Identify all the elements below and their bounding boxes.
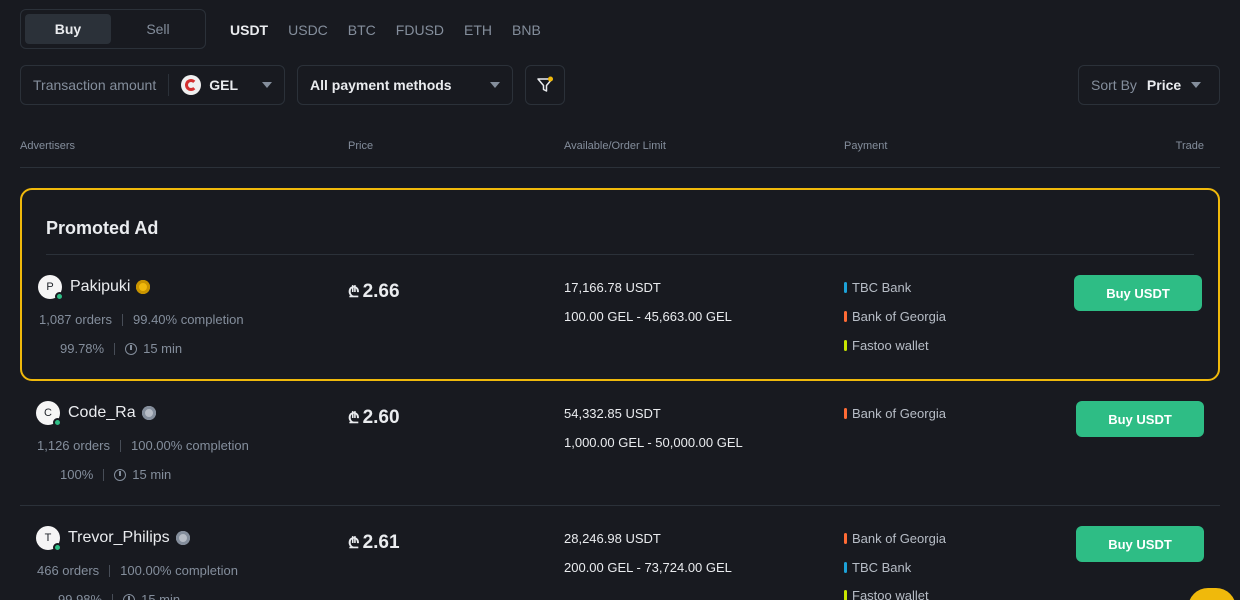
clock-icon <box>123 593 136 600</box>
filter-icon <box>537 76 553 92</box>
chat-support-button[interactable] <box>1188 588 1236 600</box>
sort-label: Sort By <box>1091 77 1137 93</box>
payment-method-select[interactable]: All payment methods <box>297 65 513 105</box>
buy-tab[interactable]: Buy <box>25 14 111 44</box>
chevron-down-icon <box>1191 82 1201 88</box>
order-limit: 200.00 GEL - 73,724.00 GEL <box>564 560 732 575</box>
sort-value: Price <box>1146 77 1182 93</box>
header-advertisers: Advertisers <box>20 140 76 152</box>
ad-price: ₾ 2.61 <box>348 532 400 553</box>
gel-flag-icon <box>181 75 202 95</box>
divider <box>46 254 1194 255</box>
ad-price: ₾ 2.60 <box>348 407 400 428</box>
coin-tab-eth[interactable]: ETH <box>464 22 492 38</box>
payment-method: Bank of Georgia <box>844 309 946 324</box>
chevron-down-icon <box>490 82 500 88</box>
header-available: Available/Order Limit <box>564 140 666 152</box>
coin-tab-usdc[interactable]: USDC <box>288 22 328 38</box>
sort-select[interactable]: Sort By Price <box>1078 65 1220 105</box>
filter-button[interactable] <box>525 65 565 105</box>
coin-tab-fdusd[interactable]: FDUSD <box>396 22 444 38</box>
header-payment: Payment <box>844 140 888 152</box>
online-dot <box>55 292 64 301</box>
order-limit: 1,000.00 GEL - 50,000.00 GEL <box>564 435 743 450</box>
payment-method: Bank of Georgia <box>844 406 946 421</box>
online-dot <box>53 543 62 552</box>
order-stats: 1,126 orders 100.00% completion <box>37 438 249 453</box>
table-header: Advertisers Price Available/Order Limit … <box>20 140 1220 168</box>
payment-method: Bank of Georgia <box>844 531 946 546</box>
advertiser-name[interactable]: Code_Ra <box>68 404 156 422</box>
payment-method: TBC Bank <box>844 560 911 575</box>
divider <box>168 74 170 96</box>
transaction-amount-input[interactable]: Transaction amount GEL <box>20 65 285 105</box>
header-price: Price <box>348 140 374 152</box>
merchant-badge-icon <box>175 531 190 545</box>
payment-method: Fastoo wallet <box>844 588 929 600</box>
order-limit: 100.00 GEL - 45,663.00 GEL <box>564 309 732 324</box>
advertiser-name[interactable]: Pakipuki <box>70 278 151 296</box>
coin-tabs: USDT USDC BTC FDUSD ETH BNB <box>230 22 541 38</box>
clock-icon <box>114 468 127 481</box>
amount-placeholder: Transaction amount <box>33 77 157 93</box>
available-amount: 17,166.78 USDT <box>564 280 661 295</box>
chevron-down-icon <box>262 82 272 88</box>
sell-tab[interactable]: Sell <box>115 14 201 44</box>
clock-icon <box>125 342 138 355</box>
ad-price: ₾ 2.66 <box>348 281 400 302</box>
divider <box>20 505 1220 506</box>
coin-tab-btc[interactable]: BTC <box>348 22 376 38</box>
rate-stats: 100% 15 min <box>60 467 172 482</box>
buy-usdt-button[interactable]: Buy USDT <box>1074 275 1202 311</box>
payment-method: TBC Bank <box>844 280 911 295</box>
merchant-badge-icon <box>136 280 151 294</box>
buy-sell-toggle: Buy Sell <box>20 9 206 49</box>
online-dot <box>53 418 62 427</box>
avatar: P <box>38 275 64 301</box>
payment-method: Fastoo wallet <box>844 338 929 353</box>
order-stats: 466 orders 100.00% completion <box>37 563 238 578</box>
payment-method-value: All payment methods <box>310 77 452 93</box>
available-amount: 54,332.85 USDT <box>564 406 661 421</box>
merchant-badge-icon <box>141 406 156 420</box>
coin-tab-usdt[interactable]: USDT <box>230 22 268 38</box>
buy-usdt-button[interactable]: Buy USDT <box>1076 526 1204 562</box>
buy-usdt-button[interactable]: Buy USDT <box>1076 401 1204 437</box>
avatar: T <box>36 526 62 552</box>
avatar: C <box>36 401 62 427</box>
coin-tab-bnb[interactable]: BNB <box>512 22 541 38</box>
rate-stats: 99.98% 15 min <box>58 592 180 600</box>
header-trade: Trade <box>1175 140 1204 152</box>
advertiser-name[interactable]: Trevor_Philips <box>68 529 190 547</box>
order-stats: 1,087 orders 99.40% completion <box>39 312 244 327</box>
available-amount: 28,246.98 USDT <box>564 531 661 546</box>
currency-select[interactable]: GEL <box>209 77 238 93</box>
rate-stats: 99.78% 15 min <box>60 341 183 356</box>
promoted-ad-title: Promoted Ad <box>46 218 159 238</box>
